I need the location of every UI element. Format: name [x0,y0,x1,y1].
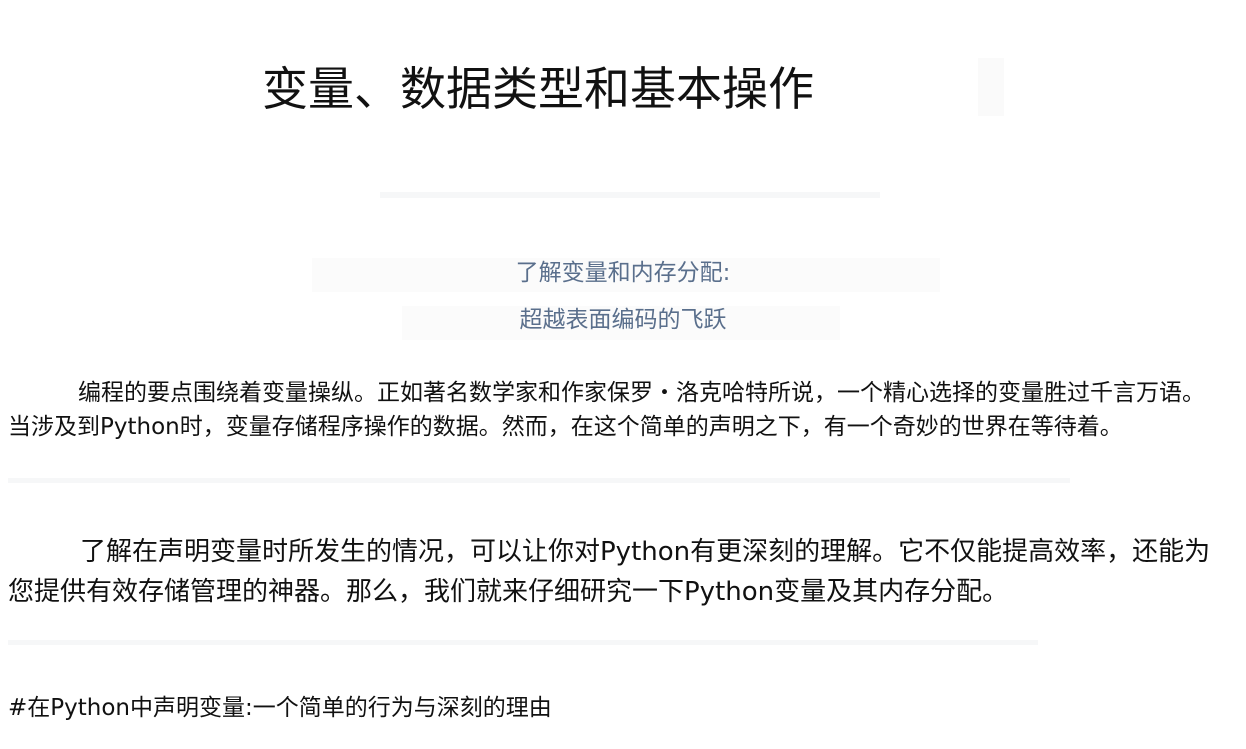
page-title: 变量、数据类型和基本操作 [262,62,814,116]
paragraph-1: 编程的要点围绕着变量操纵。正如著名数学家和作家保罗・洛克哈特所说，一个精心选择的… [8,380,1205,440]
divider [8,478,1070,483]
paragraph-2: 了解在声明变量时所发生的情况，可以让你对Python有更深刻的理解。它不仅能提高… [8,537,1211,607]
section-heading: #在Python中声明变量:一个简单的行为与深刻的理由 [8,695,552,721]
subtitle-line-1: 了解变量和内存分配: [515,260,731,286]
divider [380,192,880,198]
decorative-block [978,58,1004,116]
subtitle-line-2: 超越表面编码的飞跃 [519,307,727,333]
divider [8,640,1038,645]
